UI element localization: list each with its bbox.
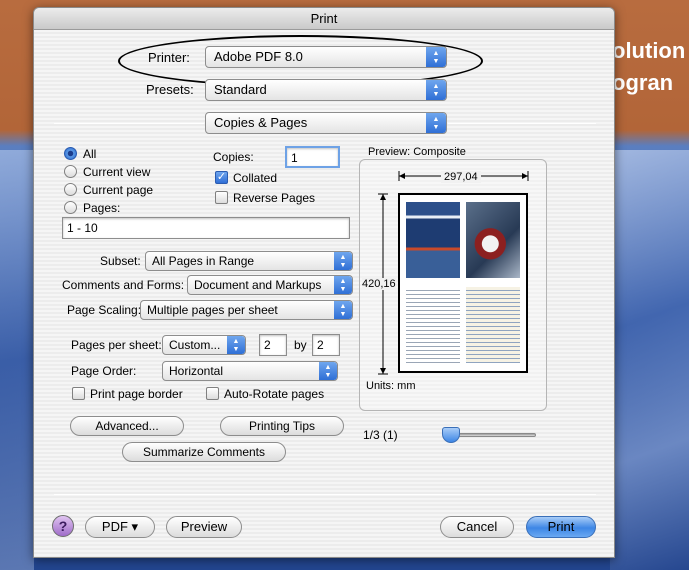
popup-arrows-icon: ▲ ▼	[334, 252, 352, 270]
preview-units: Units: mm	[366, 380, 416, 392]
range-pages-label: Pages:	[83, 201, 121, 215]
page-indicator: 1/3 (1)	[363, 428, 398, 442]
popup-arrows-icon: ▲ ▼	[334, 276, 352, 294]
preview-width-label: 297,04	[441, 171, 481, 183]
summarize-comments-button[interactable]: Summarize Comments	[122, 442, 286, 462]
preview-slider-thumb[interactable]	[442, 427, 460, 443]
range-current-view-radio[interactable]	[64, 165, 77, 178]
range-current-view-label: Current view	[83, 165, 151, 179]
pages-per-sheet-by-label: by	[294, 338, 307, 352]
separator	[54, 494, 596, 495]
comments-forms-value: Document and Markups	[194, 278, 322, 292]
pages-per-sheet-label: Pages per sheet:	[71, 338, 162, 352]
page-scaling-value: Multiple pages per sheet	[147, 303, 278, 317]
background-text-line1: olution	[612, 38, 686, 63]
popup-arrows-icon: ▲ ▼	[227, 336, 245, 354]
pages-per-sheet-value: Custom...	[169, 338, 221, 352]
help-button[interactable]: ?	[52, 515, 74, 537]
auto-rotate-label: Auto-Rotate pages	[224, 387, 325, 401]
background-scenery-left	[0, 150, 34, 570]
background-scenery	[610, 150, 689, 570]
range-current-page-label: Current page	[83, 183, 154, 197]
printer-value: Adobe PDF 8.0	[214, 49, 303, 64]
printer-popup[interactable]: Adobe PDF 8.0 ▲ ▼	[205, 46, 447, 68]
page-order-label: Page Order:	[71, 364, 137, 378]
pdf-button[interactable]: PDF ▾	[85, 516, 155, 538]
page-scaling-popup[interactable]: Multiple pages per sheet ▲ ▼	[140, 300, 353, 320]
dialog-title: Print	[34, 8, 614, 30]
range-pages-radio[interactable]	[64, 201, 77, 214]
pages-per-sheet-rows-input[interactable]: 2	[312, 334, 340, 356]
separator	[54, 123, 204, 124]
popup-arrows-icon: ▲ ▼	[334, 301, 352, 319]
comments-forms-popup[interactable]: Document and Markups ▲ ▼	[187, 275, 353, 295]
page-order-value: Horizontal	[169, 364, 224, 378]
comments-forms-label: Comments and Forms:	[62, 278, 185, 292]
page-scaling-label: Page Scaling:	[67, 303, 142, 317]
range-all-radio[interactable]	[64, 147, 77, 160]
range-all-label: All	[83, 147, 97, 161]
presets-value: Standard	[214, 82, 267, 97]
preview-height-label: 420,16	[362, 278, 396, 290]
presets-popup[interactable]: Standard ▲ ▼	[205, 79, 447, 101]
page-thumbnail	[466, 202, 520, 278]
page-thumbnail	[466, 287, 520, 363]
range-current-page-radio[interactable]	[64, 183, 77, 196]
popup-arrows-icon: ▲ ▼	[426, 47, 446, 67]
popup-arrows-icon: ▲ ▼	[426, 80, 446, 100]
popup-arrows-icon: ▲ ▼	[426, 113, 446, 133]
cancel-button[interactable]: Cancel	[440, 516, 514, 538]
background-text-line2: ogran	[612, 70, 674, 95]
copies-label: Copies:	[213, 150, 254, 164]
reverse-pages-label: Reverse Pages	[233, 191, 316, 205]
page-order-popup[interactable]: Horizontal ▲ ▼	[162, 361, 338, 381]
print-border-checkbox[interactable]	[72, 387, 85, 400]
copies-input[interactable]: 1	[285, 146, 340, 168]
page-thumbnail	[406, 287, 460, 363]
auto-rotate-checkbox[interactable]	[206, 387, 219, 400]
reverse-pages-checkbox[interactable]	[215, 191, 228, 204]
collated-label: Collated	[233, 171, 278, 185]
preview-title: Preview: Composite	[368, 146, 466, 158]
preview-sheet	[398, 193, 528, 373]
pages-per-sheet-popup[interactable]: Custom... ▲ ▼	[162, 335, 246, 355]
print-dialog: Print Printer: Adobe PDF 8.0 ▲ ▼ Presets:…	[33, 7, 615, 558]
collated-checkbox[interactable]: ✓	[215, 171, 228, 184]
printer-label: Printer:	[148, 50, 190, 65]
pages-range-input[interactable]: 1 - 10	[62, 217, 350, 239]
advanced-button[interactable]: Advanced...	[70, 416, 184, 436]
popup-arrows-icon: ▲ ▼	[319, 362, 337, 380]
presets-label: Presets:	[146, 82, 194, 97]
subset-label: Subset:	[100, 254, 141, 268]
pages-per-sheet-cols-input[interactable]: 2	[259, 334, 287, 356]
subset-value: All Pages in Range	[152, 254, 255, 268]
subset-popup[interactable]: All Pages in Range ▲ ▼	[145, 251, 353, 271]
print-border-label: Print page border	[90, 387, 183, 401]
separator	[448, 123, 596, 124]
printing-tips-button[interactable]: Printing Tips	[220, 416, 344, 436]
preview-button[interactable]: Preview	[166, 516, 242, 538]
print-button[interactable]: Print	[526, 516, 596, 538]
section-value: Copies & Pages	[214, 115, 308, 130]
page-thumbnail	[406, 202, 460, 278]
section-popup[interactable]: Copies & Pages ▲ ▼	[205, 112, 447, 134]
